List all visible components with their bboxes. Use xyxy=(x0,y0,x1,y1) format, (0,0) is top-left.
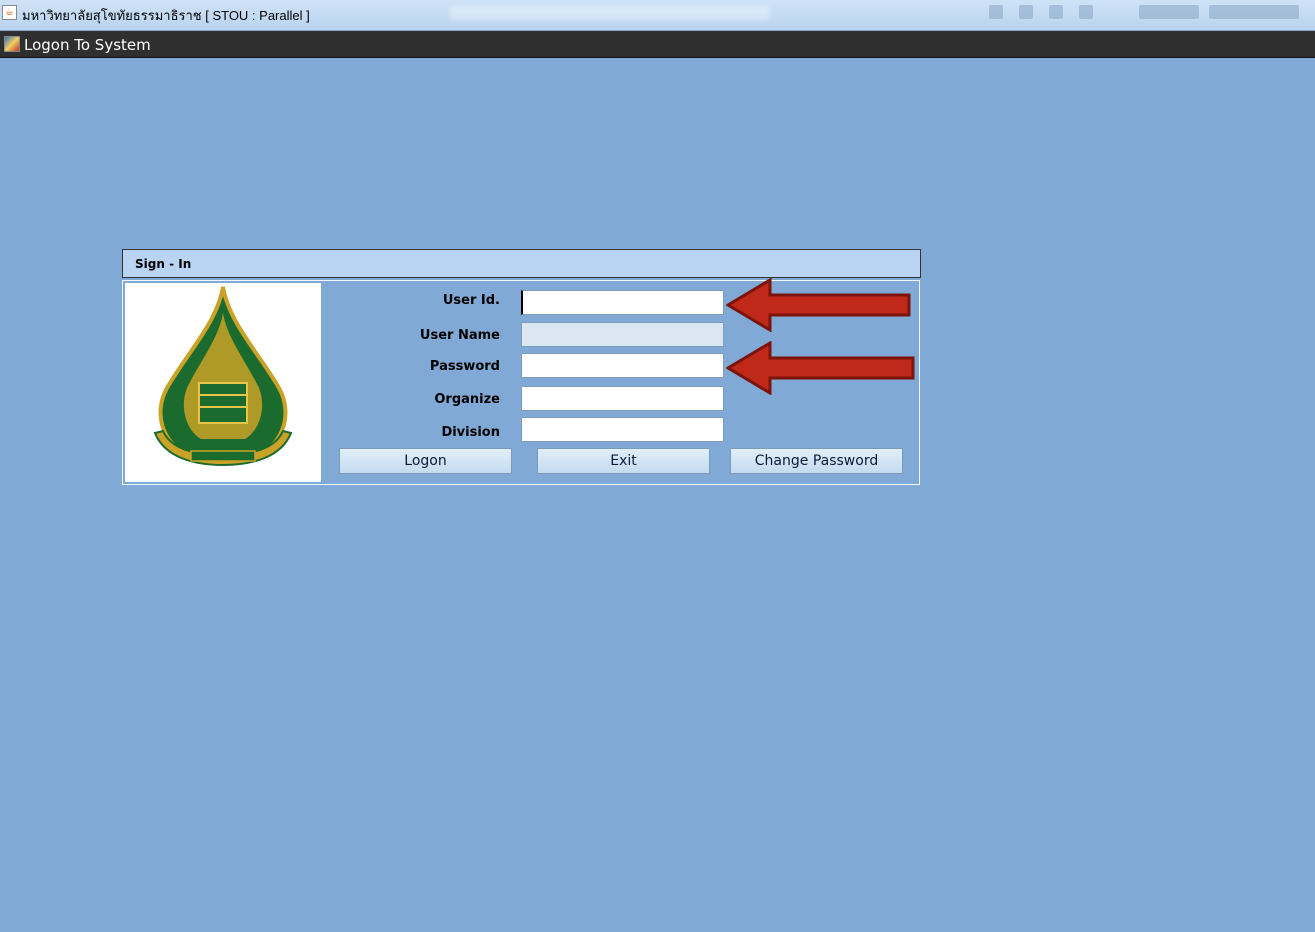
taskbar-thumbnail xyxy=(1139,5,1199,19)
division-input[interactable] xyxy=(521,417,724,442)
maximize-icon[interactable] xyxy=(1019,5,1033,19)
signin-header-label: Sign - In xyxy=(135,257,192,271)
window-controls xyxy=(989,5,1309,23)
division-label: Division xyxy=(441,425,500,440)
taskbar-thumbnail xyxy=(1209,5,1299,19)
arrow-annotation-user-id xyxy=(726,278,911,332)
exit-button[interactable]: Exit xyxy=(537,448,710,474)
minimize-icon[interactable] xyxy=(989,5,1003,19)
password-input[interactable] xyxy=(521,353,724,378)
window-title: มหาวิทยาลัยสุโขทัยธรรมาธิราช [ STOU : Pa… xyxy=(22,8,310,23)
restore-icon[interactable] xyxy=(1049,5,1063,19)
organize-label: Organize xyxy=(434,392,500,407)
change-password-button[interactable]: Change Password xyxy=(730,448,903,474)
form-icon xyxy=(4,36,20,52)
user-name-label: User Name xyxy=(419,328,500,343)
logon-button[interactable]: Logon xyxy=(339,448,512,474)
user-id-label: User Id. xyxy=(442,293,500,308)
close-icon[interactable] xyxy=(1079,5,1093,19)
organize-input[interactable] xyxy=(521,386,724,411)
java-icon: ☕ xyxy=(2,5,17,20)
signin-header: Sign - In xyxy=(122,249,921,278)
form-menubar: Logon To System xyxy=(0,31,1315,58)
user-id-input[interactable] xyxy=(521,290,724,315)
window-titlebar: ☕ มหาวิทยาลัยสุโขทัยธรรมาธิราช [ STOU : … xyxy=(0,0,1315,31)
password-label: Password xyxy=(429,359,500,374)
form-title: Logon To System xyxy=(24,36,151,54)
arrow-annotation-password xyxy=(726,341,915,395)
emblem-image xyxy=(153,286,293,467)
university-emblem xyxy=(125,283,321,482)
titlebar-blur xyxy=(450,6,770,20)
user-name-field xyxy=(521,322,724,347)
